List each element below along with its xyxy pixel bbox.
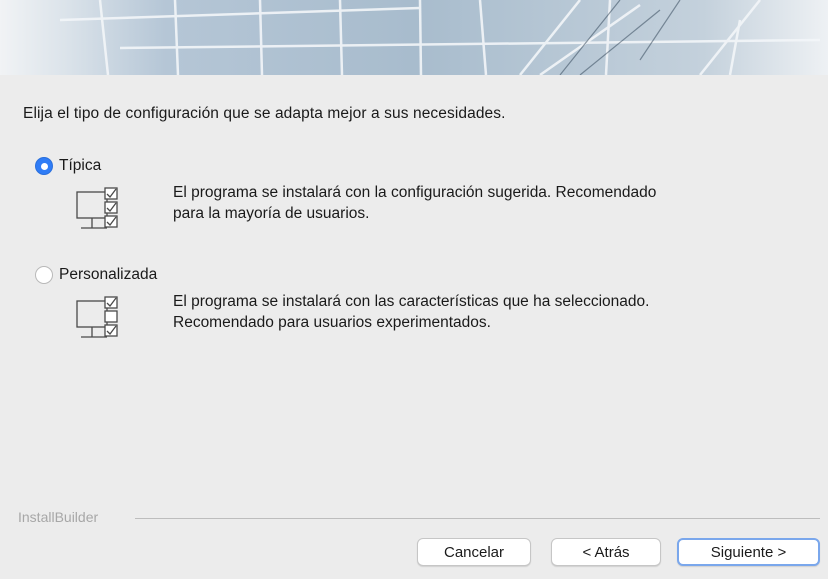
option-typical: Típica El programa se instalará con la c… — [35, 154, 656, 229]
back-button[interactable]: < Atrás — [551, 538, 661, 566]
radio-label-custom[interactable]: Personalizada — [59, 266, 157, 284]
footer-separator: InstallBuilder — [0, 509, 828, 529]
cancel-button[interactable]: Cancelar — [417, 538, 531, 566]
option-typical-description: El programa se instalará con la configur… — [173, 182, 813, 224]
brand-label: InstallBuilder — [18, 509, 109, 525]
header-banner — [0, 0, 828, 75]
radio-row-typical[interactable]: Típica — [35, 154, 101, 178]
content-panel: Elija el tipo de configuración que se ad… — [0, 75, 828, 495]
monitor-all-checked-icon — [76, 187, 118, 229]
radio-dot-icon — [40, 162, 48, 170]
option-custom: Personalizada El programa se instalará c… — [35, 263, 649, 338]
next-button[interactable]: Siguiente > — [677, 538, 820, 566]
option-custom-desc-line1: El programa se instalará con las caracte… — [173, 293, 650, 310]
radio-typical[interactable] — [35, 157, 53, 175]
option-typical-desc-line2: para la mayoría de usuarios. — [173, 205, 370, 222]
banner-glass-facade-image — [0, 0, 828, 75]
separator-line — [135, 518, 820, 519]
radio-row-custom[interactable]: Personalizada — [35, 263, 157, 287]
option-custom-desc-line2: Recomendado para usuarios experimentados… — [173, 314, 491, 331]
button-bar: Cancelar < Atrás Siguiente > — [0, 538, 828, 568]
radio-custom[interactable] — [35, 266, 53, 284]
instruction-text: Elija el tipo de configuración que se ad… — [23, 105, 506, 122]
option-typical-desc-line1: El programa se instalará con la configur… — [173, 184, 657, 201]
radio-label-typical[interactable]: Típica — [59, 157, 101, 175]
option-custom-description: El programa se instalará con las caracte… — [173, 291, 813, 333]
monitor-partial-checked-icon — [76, 296, 118, 338]
